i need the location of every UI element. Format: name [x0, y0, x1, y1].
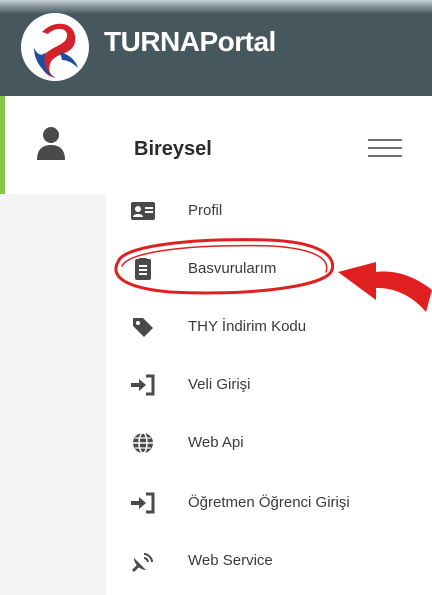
sidebar-item-web-api[interactable]: Web Api [120, 424, 420, 464]
sidebar-item-web-service[interactable]: Web Service [120, 542, 420, 582]
satellite-dish-icon [131, 553, 153, 572]
sidebar-item-label: Basvurularım [188, 260, 277, 277]
globe-icon [133, 432, 153, 454]
sidebar-item-label: Öğretmen Öğrenci Girişi [188, 494, 350, 511]
user-icon[interactable] [36, 126, 66, 160]
id-card-icon [131, 202, 155, 220]
sidebar-item-thy-indirim-kodu[interactable]: THY İndirim Kodu [120, 308, 420, 348]
clipboard-list-icon [135, 258, 151, 280]
sidebar-item-ogretmen-ogrenci-girisi[interactable]: Öğretmen Öğrenci Girişi [120, 484, 420, 524]
sidebar-item-veli-girisi[interactable]: Veli Girişi [120, 366, 420, 406]
sign-in-icon [131, 492, 155, 514]
sidebar-item-profil[interactable]: Profil [120, 192, 420, 232]
app-brand-title: TURNAPortal [104, 26, 276, 57]
section-title: Bireysel [134, 138, 212, 160]
sidebar-item-basvurularim[interactable]: Basvurularım [120, 250, 420, 290]
tag-icon [133, 318, 153, 337]
sidebar-item-label: Web Service [188, 552, 273, 569]
sidebar-item-label: Web Api [188, 434, 244, 451]
hamburger-menu-icon[interactable] [368, 139, 402, 157]
sidebar-item-label: THY İndirim Kodu [188, 318, 307, 335]
sidebar-item-label: Veli Girişi [188, 376, 251, 393]
sidebar-item-label: Profil [188, 202, 223, 219]
sign-in-icon [131, 374, 155, 396]
turna-logo[interactable] [20, 12, 90, 82]
